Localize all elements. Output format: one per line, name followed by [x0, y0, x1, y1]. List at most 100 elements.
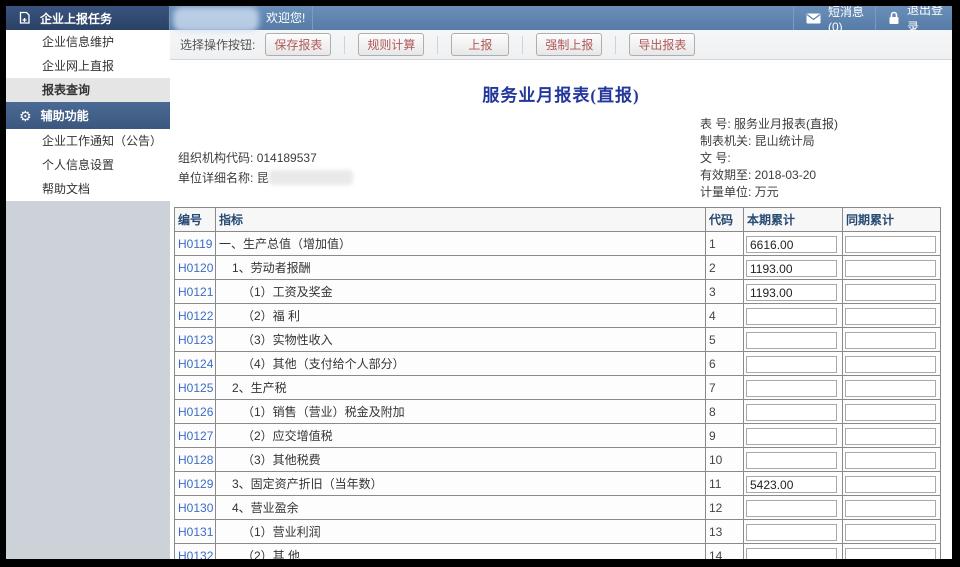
sidebar-section-auxiliary-functions[interactable]: ⚙辅助功能 — [6, 102, 170, 129]
row-code-link[interactable]: H0121 — [178, 285, 213, 299]
row-code-link[interactable]: H0120 — [178, 261, 213, 275]
prior-period-input[interactable] — [845, 260, 936, 277]
sidebar-item-help-docs[interactable]: 帮助文档 — [6, 177, 170, 201]
row-code-link[interactable]: H0124 — [178, 357, 213, 371]
prior-period-input[interactable] — [845, 452, 936, 469]
prior-period-input[interactable] — [845, 236, 936, 253]
row-code-link[interactable]: H0128 — [178, 453, 213, 467]
sidebar-item-online-direct-report[interactable]: 企业网上直报 — [6, 54, 170, 78]
current-period-input[interactable] — [746, 356, 837, 373]
row-code-link[interactable]: H0125 — [178, 381, 213, 395]
prior-period-cell — [843, 232, 941, 256]
submit-button[interactable]: 上报 — [451, 33, 509, 56]
prior-period-input[interactable] — [845, 380, 936, 397]
current-period-input[interactable] — [746, 284, 837, 301]
prior-period-input[interactable] — [845, 524, 936, 541]
envelope-icon — [806, 13, 821, 24]
sidebar-item-personal-settings[interactable]: 个人信息设置 — [6, 153, 170, 177]
row-code-link[interactable]: H0132 — [178, 549, 213, 560]
sidebar-item-enterprise-info[interactable]: 企业信息维护 — [6, 30, 170, 54]
current-period-cell — [744, 352, 843, 376]
prior-period-input[interactable] — [845, 404, 936, 421]
prior-period-input[interactable] — [845, 356, 936, 373]
row-code-link[interactable]: H0119 — [178, 237, 212, 251]
username-redacted — [173, 7, 259, 32]
current-period-cell — [744, 280, 843, 304]
table-row: H0128（3）其他税费10 — [175, 448, 941, 472]
current-period-cell — [744, 304, 843, 328]
messages-button[interactable]: 短消息(0) — [793, 6, 875, 30]
current-period-input[interactable] — [746, 404, 837, 421]
code-cell: H0131 — [175, 520, 216, 544]
messages-label: 短消息(0) — [828, 6, 875, 34]
column-header: 编号 — [175, 208, 216, 232]
seq-code: 1 — [706, 232, 744, 256]
top-bar: 企业上报任务 欢迎您! 短消息(0) 退出登录 — [6, 6, 952, 30]
current-period-input[interactable] — [746, 332, 837, 349]
current-period-input[interactable] — [746, 452, 837, 469]
prior-period-input[interactable] — [845, 284, 936, 301]
sidebar-item-report-query[interactable]: 报表查询 — [6, 78, 170, 102]
logout-button[interactable]: 退出登录 — [875, 6, 952, 30]
report-meta: 表 号: 服务业月报表(直报)制表机关: 昆山统计局文 号: 有效期至: 201… — [700, 116, 838, 201]
code-cell: H0120 — [175, 256, 216, 280]
row-code-link[interactable]: H0130 — [178, 501, 213, 515]
current-period-input[interactable] — [746, 380, 837, 397]
current-period-cell — [744, 328, 843, 352]
row-code-link[interactable]: H0127 — [178, 429, 213, 443]
org-code-value: 014189537 — [257, 151, 317, 165]
column-header: 代码 — [706, 208, 744, 232]
seq-code: 7 — [706, 376, 744, 400]
current-period-input[interactable] — [746, 524, 837, 541]
unit-name-line: 单位详细名称: 昆 — [178, 168, 353, 188]
prior-period-input[interactable] — [845, 308, 936, 325]
indicator-label: （1）工资及奖金 — [216, 280, 706, 304]
row-code-link[interactable]: H0123 — [178, 333, 213, 347]
sidebar-item-label: 企业工作通知（公告） — [42, 134, 162, 148]
current-period-cell — [744, 256, 843, 280]
current-period-input[interactable] — [746, 236, 837, 253]
column-header: 本期累计 — [744, 208, 843, 232]
prior-period-cell — [843, 400, 941, 424]
prior-period-input[interactable] — [845, 476, 936, 493]
rule-calculate-button[interactable]: 规则计算 — [358, 33, 424, 56]
table-row: H0126（1）销售（营业）税金及附加8 — [175, 400, 941, 424]
row-code-link[interactable]: H0129 — [178, 477, 213, 491]
row-code-link[interactable]: H0122 — [178, 309, 213, 323]
table-header-row: 编号指标代码本期累计同期累计 — [175, 208, 941, 232]
indicator-label: 4、营业盈余 — [216, 496, 706, 520]
row-code-link[interactable]: H0131 — [178, 525, 213, 539]
current-period-input[interactable] — [746, 548, 837, 559]
indicator-label: （3）实物性收入 — [216, 328, 706, 352]
prior-period-cell — [843, 280, 941, 304]
current-period-input[interactable] — [746, 260, 837, 277]
prior-period-input[interactable] — [845, 332, 936, 349]
code-cell: H0128 — [175, 448, 216, 472]
current-period-input[interactable] — [746, 428, 837, 445]
prior-period-input[interactable] — [845, 548, 936, 559]
toolbar-separator — [615, 36, 616, 54]
prior-period-input[interactable] — [845, 500, 936, 517]
save-report-button[interactable]: 保存报表 — [265, 33, 331, 56]
export-report-button[interactable]: 导出报表 — [629, 33, 695, 56]
current-period-input[interactable] — [746, 476, 837, 493]
meta-value: 服务业月报表(直报) — [734, 117, 838, 131]
sidebar-item-work-notice[interactable]: 企业工作通知（公告） — [6, 129, 170, 153]
current-period-input[interactable] — [746, 500, 837, 517]
seq-code: 14 — [706, 544, 744, 560]
row-code-link[interactable]: H0126 — [178, 405, 213, 419]
current-period-cell — [744, 472, 843, 496]
meta-label: 表 号: — [700, 117, 734, 131]
seq-code: 3 — [706, 280, 744, 304]
prior-period-input[interactable] — [845, 428, 936, 445]
current-period-cell — [744, 544, 843, 560]
force-submit-button[interactable]: 强制上报 — [536, 33, 602, 56]
table-row: H0121（1）工资及奖金3 — [175, 280, 941, 304]
main-area: 选择操作按钮: 保存报表规则计算上报强制上报导出报表 服务业月报表(直报) 组织… — [170, 30, 952, 559]
current-period-input[interactable] — [746, 308, 837, 325]
seq-code: 9 — [706, 424, 744, 448]
gear-icon: ⚙ — [19, 109, 32, 123]
code-cell: H0123 — [175, 328, 216, 352]
toolbar: 选择操作按钮: 保存报表规则计算上报强制上报导出报表 — [170, 30, 952, 60]
code-cell: H0119 — [175, 232, 216, 256]
